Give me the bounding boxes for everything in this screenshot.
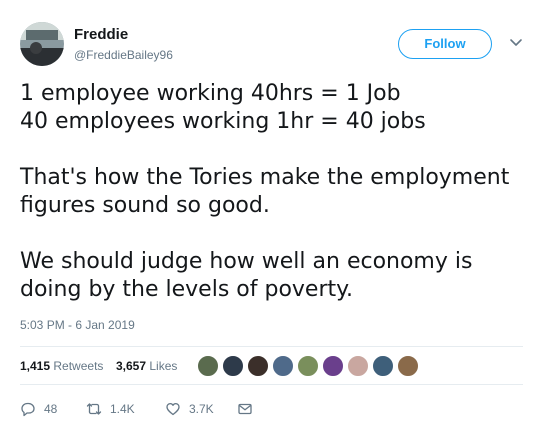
likes-stat[interactable]: 3,657 Likes [116, 359, 177, 373]
heart-icon [166, 402, 180, 416]
like-count: 3.7K [189, 402, 214, 416]
reply-count: 48 [44, 402, 58, 416]
reply-button[interactable]: 48 [20, 397, 57, 421]
tweet-line: 40 employees working 1hr = 40 jobs [20, 109, 426, 134]
direct-message-button[interactable] [237, 397, 253, 421]
reply-icon [21, 402, 35, 417]
retweet-button[interactable]: 1.4K [86, 397, 135, 421]
liker-avatar[interactable] [347, 355, 369, 377]
retweet-icon [86, 403, 102, 415]
tweet-text: 1 employee working 40hrs = 1 Job 40 empl… [20, 80, 530, 304]
author-info: Freddie @FreddieBailey96 [74, 26, 173, 64]
liker-avatar[interactable] [222, 355, 244, 377]
liker-avatar[interactable] [197, 355, 219, 377]
likes-count: 3,657 [116, 359, 147, 373]
envelope-icon [238, 403, 252, 415]
tweet-line: 1 employee working 40hrs = 1 Job [20, 81, 401, 106]
liker-avatar[interactable] [397, 355, 419, 377]
tweet-actions: 48 1.4K 3.7K [20, 397, 320, 421]
retweets-count: 1,415 [20, 359, 51, 373]
retweet-count: 1.4K [110, 402, 135, 416]
likes-label: Likes [149, 359, 178, 373]
tweet-line: That's how the Tories make the employmen… [20, 165, 510, 190]
tweet-stats: 1,415 Retweets 3,657 Likes [20, 347, 530, 383]
tweet-timestamp[interactable]: 5:03 PM - 6 Jan 2019 [20, 318, 135, 332]
tweet-header: Freddie @FreddieBailey96 Follow [0, 0, 550, 80]
divider [20, 384, 523, 385]
author-handle[interactable]: @FreddieBailey96 [74, 46, 173, 64]
liker-avatar[interactable] [272, 355, 294, 377]
like-button[interactable]: 3.7K [165, 397, 214, 421]
tweet-line: We should judge how well an economy is [20, 249, 473, 274]
liker-avatar[interactable] [322, 355, 344, 377]
profile-photo-icon [20, 22, 64, 66]
tweet-line: doing by the levels of poverty. [20, 277, 354, 302]
retweets-label: Retweets [53, 359, 104, 373]
retweets-stat[interactable]: 1,415 Retweets [20, 359, 103, 373]
author-display-name[interactable]: Freddie [74, 26, 173, 44]
chevron-down-icon[interactable] [508, 34, 524, 50]
liker-avatar[interactable] [372, 355, 394, 377]
liker-avatar[interactable] [297, 355, 319, 377]
follow-button[interactable]: Follow [398, 29, 492, 59]
author-avatar[interactable] [20, 22, 64, 66]
liker-avatar[interactable] [247, 355, 269, 377]
tweet-line: figures sound so good. [20, 193, 270, 218]
